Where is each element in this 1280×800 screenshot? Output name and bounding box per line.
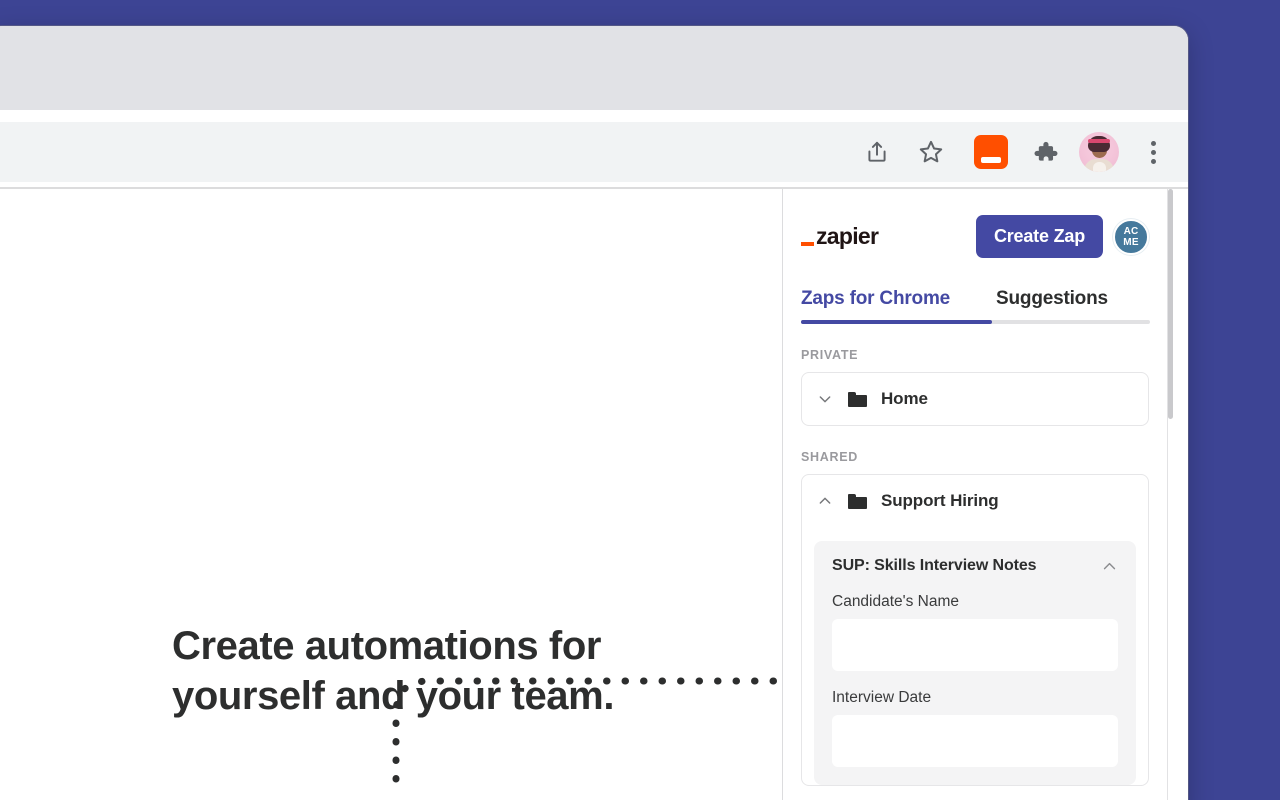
toolbar-actions-pill: [844, 125, 964, 179]
section-label-private: PRIVATE: [801, 348, 859, 362]
field-label-candidates-name: Candidate's Name: [832, 593, 960, 610]
candidates-name-input[interactable]: [832, 619, 1118, 671]
chevron-up-icon[interactable]: [816, 492, 834, 510]
tab-suggestions[interactable]: Suggestions: [996, 288, 1108, 324]
browser-toolbar: [0, 122, 1188, 182]
screen: Create automations for yourself and your…: [0, 0, 1280, 800]
zapier-extension-panel: zapier Create Zap AC ME Zaps for Chrome: [783, 189, 1176, 800]
zap-card-skills-interview-notes: SUP: Skills Interview Notes Candidate's …: [814, 541, 1136, 785]
panel-inner: zapier Create Zap AC ME Zaps for Chrome: [783, 189, 1168, 800]
zap-card-title: SUP: Skills Interview Notes: [832, 557, 1037, 574]
tab-rail: [801, 320, 1150, 324]
zapier-extension-icon[interactable]: [964, 125, 1018, 179]
page-body: Create automations for yourself and your…: [0, 189, 1188, 800]
zapier-wordmark: zapier: [816, 223, 879, 249]
browser-tab-strip[interactable]: [0, 26, 1188, 110]
account-avatar-line1: AC: [1123, 225, 1139, 237]
share-icon[interactable]: [850, 125, 904, 179]
extensions-puzzle-icon[interactable]: [1018, 125, 1072, 179]
account-avatar-line2: ME: [1123, 236, 1139, 248]
folder-name-support-hiring: Support Hiring: [881, 491, 999, 510]
panel-scrollbar-thumb[interactable]: [1168, 189, 1173, 419]
folder-icon: [848, 493, 867, 509]
toolbar-icon-group: [844, 122, 1180, 182]
zapier-logo: zapier: [801, 223, 879, 250]
profile-avatar[interactable]: [1072, 125, 1126, 179]
chrome-menu-icon[interactable]: [1126, 125, 1180, 179]
chevron-down-icon[interactable]: [816, 390, 834, 408]
browser-window: Create automations for yourself and your…: [0, 26, 1188, 800]
panel-tabs: Zaps for Chrome Suggestions: [783, 258, 1167, 324]
tabstrip-gap: [0, 110, 1188, 122]
section-label-shared: SHARED: [801, 450, 858, 464]
panel-header-actions: Create Zap AC ME: [975, 215, 1149, 258]
bookmark-star-icon[interactable]: [904, 125, 958, 179]
zapier-dash-icon: [801, 241, 814, 246]
panel-scrollbar[interactable]: [1168, 189, 1173, 800]
page-title: Create automations for yourself and your…: [172, 624, 615, 718]
folder-icon: [848, 391, 867, 407]
panel-scroll-area: PRIVATE Home SHARED Support Hiring SUP: …: [783, 348, 1167, 786]
account-avatar[interactable]: AC ME: [1113, 218, 1149, 255]
interview-date-input[interactable]: [832, 715, 1118, 767]
folder-row-support-hiring[interactable]: Support Hiring: [802, 475, 1148, 527]
panel-header: zapier Create Zap AC ME: [783, 189, 1167, 258]
create-zap-button[interactable]: Create Zap: [975, 215, 1103, 258]
folder-name-home: Home: [881, 389, 928, 408]
field-label-interview-date: Interview Date: [832, 689, 932, 706]
chevron-up-icon[interactable]: [1100, 557, 1118, 575]
folder-card-home: Home: [801, 372, 1149, 426]
folder-card-support-hiring: Support Hiring SUP: Skills Interview Not…: [801, 474, 1149, 786]
main-content-area: Create automations for yourself and your…: [0, 189, 783, 800]
tab-active-indicator: [801, 320, 992, 324]
tab-zaps-for-chrome[interactable]: Zaps for Chrome: [801, 288, 950, 324]
zap-card-header[interactable]: SUP: Skills Interview Notes: [832, 557, 1118, 575]
folder-row-home[interactable]: Home: [802, 373, 1148, 425]
